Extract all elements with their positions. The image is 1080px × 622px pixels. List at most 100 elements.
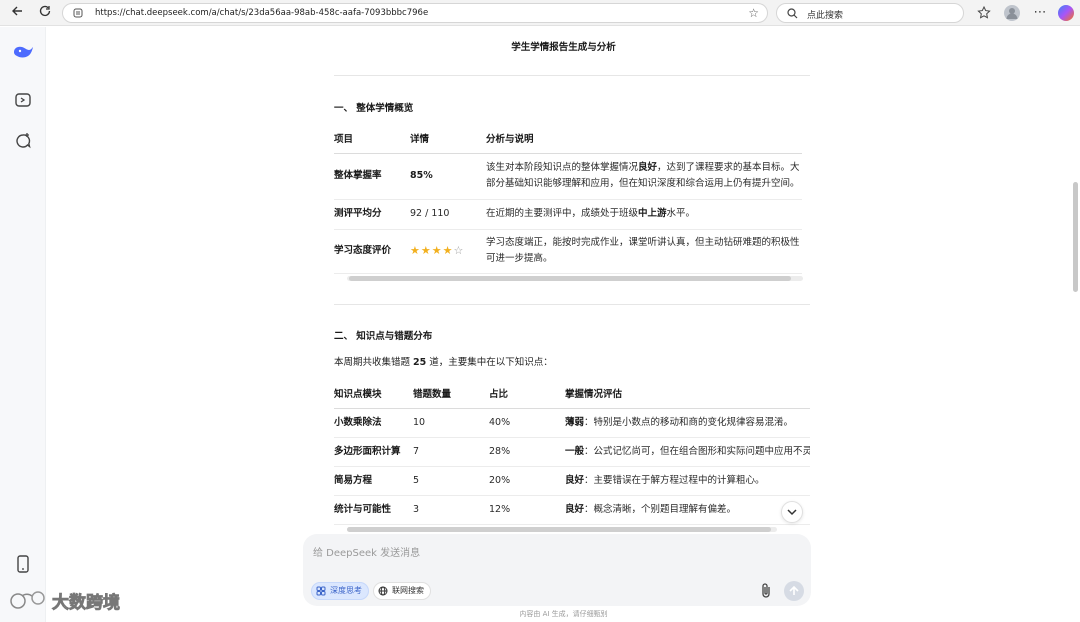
deepseek-logo-icon[interactable] [12, 43, 36, 63]
table-row: 简易方程 5 20% 良好：主要错误在于解方程过程中的计算粗心。 [334, 466, 810, 496]
count-cell: 3 [413, 495, 489, 525]
module-cell: 简易方程 [334, 466, 413, 496]
favorites-icon[interactable] [976, 5, 992, 21]
assessment-text: ：主要错误在于解方程过程中的计算粗心。 [584, 474, 765, 486]
table-header: 知识点模块 [334, 378, 413, 409]
table-header: 错题数量 [413, 378, 489, 409]
table-header-row: 项目 详情 分析与说明 [334, 123, 802, 154]
section1-heading: 一、 整体学情概览 [334, 103, 414, 114]
table-scrollbar[interactable] [347, 527, 777, 532]
browser-search-box[interactable]: 点此搜索 [776, 3, 964, 23]
analysis-cell: 在近期的主要测评中，成绩处于班级中上游水平。 [486, 199, 802, 230]
ratio-cell: 28% [489, 437, 565, 467]
item-cell: 测评平均分 [334, 199, 410, 230]
copilot-icon[interactable] [1058, 5, 1074, 21]
mobile-app-icon[interactable] [13, 554, 33, 574]
table-header: 掌握情况评估 [565, 378, 810, 409]
chat-title: 学生学情报告生成与分析 [511, 42, 616, 53]
knowledge-table: 知识点模块 错题数量 占比 掌握情况评估 小数乘除法 10 40% 薄弱：特别是… [334, 378, 810, 525]
site-info-icon[interactable] [73, 8, 83, 18]
reload-icon[interactable] [36, 4, 54, 22]
ratio-cell: 20% [489, 466, 565, 496]
divider [334, 304, 810, 305]
module-cell: 多边形面积计算 [334, 437, 413, 467]
count-cell: 5 [413, 466, 489, 496]
table-row: 整体掌握率 85% 该生对本阶段知识点的整体掌握情况良好，达到了课程要求的基本目… [334, 153, 802, 200]
analysis-cell: 该生对本阶段知识点的整体掌握情况良好，达到了课程要求的基本目标。大部分基础知识能… [486, 153, 802, 200]
ai-disclaimer: 内容由 AI 生成，请仔细甄别 [519, 610, 608, 618]
error-count: 25 [413, 357, 427, 368]
level-label: 良好 [565, 474, 585, 486]
table-row: 学习态度评价 ★★★★☆ 学习态度端正，能按时完成作业，课堂听讲认真，但主动钻研… [334, 229, 802, 274]
empty-star: ☆ [453, 243, 465, 257]
assessment-cell: 一般：公式记忆尚可，但在组合图形和实际问题中应用不灵 [565, 437, 810, 467]
attachment-icon[interactable] [758, 582, 774, 600]
chat-main: 学生学情报告生成与分析 一、 整体学情概览 项目 详情 分析与说明 整体掌握率 … [47, 27, 1080, 622]
browser-toolbar: https://chat.deepseek.com/a/chat/s/23da5… [0, 0, 1080, 26]
page-scrollbar[interactable] [1073, 182, 1078, 292]
arrow-up-icon [789, 585, 799, 595]
more-menu-icon[interactable]: ⋯ [1032, 5, 1048, 21]
deep-think-label: 深度思考 [330, 586, 362, 595]
analysis-highlight: 中上游 [638, 208, 667, 219]
analysis-cell: 学习态度端正，能按时完成作业，课堂听讲认真，但主动钻研难题的积极性可进一步提高。 [486, 229, 802, 274]
chevron-down-icon [787, 509, 797, 516]
table-header: 项目 [334, 123, 410, 154]
table-header: 占比 [489, 378, 565, 409]
module-cell: 统计与可能性 [334, 495, 413, 525]
count-cell: 7 [413, 437, 489, 467]
intro-text: 道，主要集中在以下知识点： [426, 357, 553, 368]
table-header: 详情 [410, 123, 486, 154]
star-rating-icon: ★★★★☆ [410, 244, 464, 257]
send-button[interactable] [784, 581, 804, 601]
item-cell: 学习态度评价 [334, 229, 410, 274]
detail-cell: 92 / 110 [410, 199, 486, 230]
table-header-row: 知识点模块 错题数量 占比 掌握情况评估 [334, 378, 810, 409]
overview-table: 项目 详情 分析与说明 整体掌握率 85% 该生对本阶段知识点的整体掌握情况良好… [334, 123, 802, 274]
analysis-text: 学习态度端正，能按时完成作业，课堂听讲认真，但主动钻研难题的积极性可进一步提高。 [486, 237, 800, 264]
scrollbar-thumb[interactable] [347, 527, 771, 532]
item-cell: 整体掌握率 [334, 153, 410, 200]
watermark-logo: 大数跨境 [8, 586, 148, 616]
assessment-text: ：特别是小数点的移动和商的变化规律容易混淆。 [584, 416, 794, 428]
count-cell: 10 [413, 408, 489, 438]
new-chat-icon[interactable] [13, 131, 33, 151]
divider [334, 75, 810, 76]
scrollbar-thumb[interactable] [349, 276, 791, 281]
profile-avatar[interactable] [1004, 5, 1020, 21]
analysis-text: 水平。 [666, 208, 696, 219]
left-sidebar [0, 27, 46, 622]
level-label: 一般 [565, 445, 585, 457]
intro-text: 本周期共收集错题 [334, 357, 414, 368]
watermark-text: 大数跨境 [52, 592, 120, 613]
analysis-highlight: 良好 [638, 162, 658, 173]
ratio-cell: 12% [489, 495, 565, 525]
web-search-label: 联网搜索 [392, 586, 424, 595]
message-input[interactable]: 给 DeepSeek 发送消息 [313, 544, 420, 559]
ratio-cell: 40% [489, 408, 565, 438]
rating-cell: ★★★★☆ [410, 229, 486, 274]
address-bar[interactable]: https://chat.deepseek.com/a/chat/s/23da5… [62, 3, 768, 23]
favorite-star-icon[interactable]: ☆ [748, 6, 759, 20]
detail-cell: 85% [410, 153, 486, 200]
analysis-text: 该生对本阶段知识点的整体掌握情况 [486, 162, 639, 173]
toggle-sidebar-icon[interactable] [13, 90, 33, 110]
globe-icon [378, 586, 388, 596]
table-row: 测评平均分 92 / 110 在近期的主要测评中，成绩处于班级中上游水平。 [334, 199, 802, 230]
table-row: 多边形面积计算 7 28% 一般：公式记忆尚可，但在组合图形和实际问题中应用不灵 [334, 437, 810, 467]
table-scrollbar[interactable] [347, 276, 803, 281]
table-row: 小数乘除法 10 40% 薄弱：特别是小数点的移动和商的变化规律容易混淆。 [334, 408, 810, 438]
level-label: 薄弱 [565, 416, 585, 428]
scroll-to-bottom-button[interactable] [781, 501, 803, 523]
message-composer[interactable]: 给 DeepSeek 发送消息 深度思考 联网搜索 [303, 534, 811, 606]
web-search-toggle[interactable]: 联网搜索 [373, 582, 431, 600]
back-arrow-icon[interactable] [8, 4, 26, 22]
errors-intro: 本周期共收集错题 25 道，主要集中在以下知识点： [334, 354, 553, 368]
table-row: 统计与可能性 3 12% 良好：概念清晰，个别题目理解有偏差。 [334, 495, 810, 525]
assessment-cell: 薄弱：特别是小数点的移动和商的变化规律容易混淆。 [565, 408, 810, 438]
analysis-text: 在近期的主要测评中，成绩处于班级 [486, 208, 639, 219]
url-text[interactable]: https://chat.deepseek.com/a/chat/s/23da5… [95, 8, 428, 18]
deep-think-toggle[interactable]: 深度思考 [311, 582, 369, 600]
deep-think-icon [316, 586, 326, 596]
search-placeholder: 点此搜索 [807, 11, 844, 21]
